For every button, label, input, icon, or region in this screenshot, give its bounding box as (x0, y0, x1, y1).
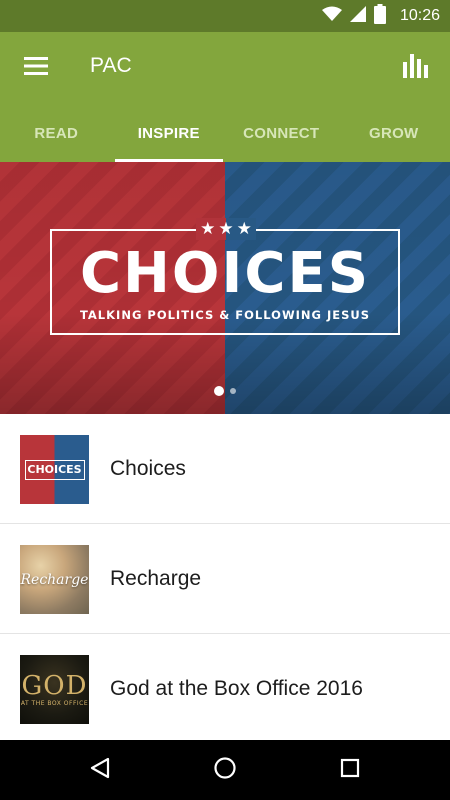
status-time: 10:26 (399, 7, 440, 24)
back-button[interactable] (80, 750, 120, 790)
back-triangle-icon (89, 757, 111, 784)
list-item[interactable]: GOD AT THE BOX OFFICE God at the Box Off… (0, 634, 450, 744)
carousel-dot[interactable] (230, 388, 236, 394)
tab-bar: READ INSPIRE CONNECT GROW (0, 104, 450, 162)
tab-connect[interactable]: CONNECT (225, 104, 338, 162)
hero-title: CHOICES (79, 241, 371, 306)
thumb-title: CHOICES (24, 459, 85, 480)
menu-button[interactable] (16, 48, 56, 88)
list-item-label: God at the Box Office 2016 (110, 677, 363, 700)
thumb-title: Recharge (20, 571, 89, 588)
star-icon: ★ (236, 219, 252, 238)
stats-button[interactable] (396, 48, 436, 88)
stars-icon: ★ ★ ★ (196, 218, 256, 240)
home-button[interactable] (205, 750, 245, 790)
recharge-thumbnail: Recharge (20, 545, 89, 614)
star-icon: ★ (200, 219, 216, 238)
thumb-title: GOD (21, 671, 88, 701)
thumb-subtitle: AT THE BOX OFFICE (20, 700, 89, 707)
tab-read[interactable]: READ (0, 104, 113, 162)
wifi-icon (321, 6, 342, 27)
app-title: PAC (90, 54, 132, 77)
series-list: CHOICES Choices Recharge Recharge GOD AT… (0, 414, 450, 744)
list-item[interactable]: Recharge Recharge (0, 524, 450, 634)
status-icons: 10:26 (321, 0, 440, 32)
hero-banner[interactable]: ★ ★ ★ CHOICES TALKING POLITICS & FOLLOWI… (0, 162, 450, 414)
carousel-indicator (0, 386, 450, 396)
home-circle-icon (213, 756, 237, 785)
god-box-office-thumbnail: GOD AT THE BOX OFFICE (20, 655, 89, 724)
star-icon: ★ (218, 219, 234, 238)
tab-inspire[interactable]: INSPIRE (113, 104, 226, 162)
status-bar: 10:26 (0, 0, 450, 32)
app-bar: PAC (0, 32, 450, 104)
hamburger-menu-icon (24, 56, 48, 80)
bar-chart-icon (403, 53, 429, 83)
choices-thumbnail: CHOICES (20, 435, 89, 504)
recents-button[interactable] (330, 750, 370, 790)
system-nav-bar (0, 740, 450, 800)
list-item[interactable]: CHOICES Choices (0, 414, 450, 524)
carousel-dot-active[interactable] (214, 386, 224, 396)
hero-subtitle: TALKING POLITICS & FOLLOWING JESUS (79, 308, 371, 322)
recents-square-icon (340, 758, 360, 783)
battery-icon (373, 3, 386, 29)
signal-icon (349, 5, 366, 27)
list-item-label: Choices (110, 457, 186, 480)
list-item-label: Recharge (110, 567, 202, 590)
tab-grow[interactable]: GROW (338, 104, 450, 162)
